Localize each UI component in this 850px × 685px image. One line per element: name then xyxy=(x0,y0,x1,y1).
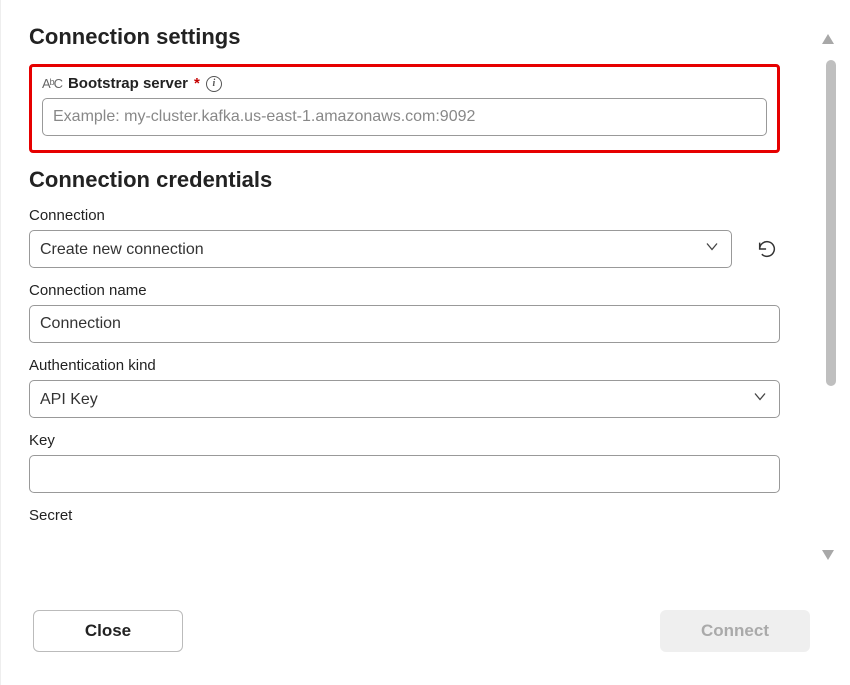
bootstrap-label-row: AᵇC Bootstrap server * i xyxy=(42,75,767,92)
connect-button[interactable]: Connect xyxy=(660,610,810,652)
footer: Close Connect xyxy=(1,575,850,685)
content-scroll-area: Connection settings AᵇC Bootstrap server… xyxy=(1,0,808,565)
text-type-icon: AᵇC xyxy=(42,76,62,91)
scrollbar-thumb[interactable] xyxy=(826,60,836,386)
refresh-icon xyxy=(756,238,778,260)
auth-kind-label: Authentication kind xyxy=(29,357,780,374)
connection-name-input[interactable] xyxy=(29,305,780,343)
connection-select-wrap: Create new connection xyxy=(29,230,732,268)
auth-kind-select-wrap: API Key xyxy=(29,380,780,418)
key-input[interactable] xyxy=(29,455,780,493)
connection-select[interactable]: Create new connection xyxy=(29,230,732,268)
connection-panel: Connection settings AᵇC Bootstrap server… xyxy=(0,0,850,685)
scroll-down-arrow-icon[interactable] xyxy=(820,548,836,567)
secret-label: Secret xyxy=(29,507,780,524)
section-title-settings: Connection settings xyxy=(29,24,780,50)
bootstrap-highlight-box: AᵇC Bootstrap server * i xyxy=(29,64,780,153)
connection-name-label: Connection name xyxy=(29,282,780,299)
key-label: Key xyxy=(29,432,780,449)
required-mark: * xyxy=(194,75,200,92)
info-icon[interactable]: i xyxy=(206,76,222,92)
bootstrap-server-input[interactable] xyxy=(42,98,767,136)
auth-kind-select[interactable]: API Key xyxy=(29,380,780,418)
connection-row: Create new connection xyxy=(29,230,780,268)
bootstrap-label: Bootstrap server xyxy=(68,75,188,92)
scroll-up-arrow-icon[interactable] xyxy=(820,32,836,51)
connection-label: Connection xyxy=(29,207,780,224)
close-button[interactable]: Close xyxy=(33,610,183,652)
section-title-credentials: Connection credentials xyxy=(29,167,780,193)
refresh-button[interactable] xyxy=(754,236,780,262)
